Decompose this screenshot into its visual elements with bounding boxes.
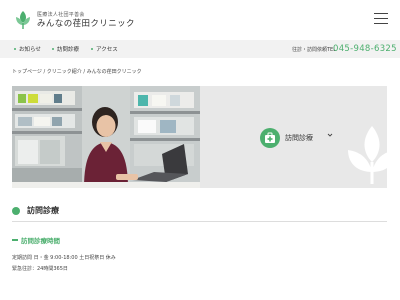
heading-bullet-icon bbox=[12, 207, 20, 215]
hero-banner: 訪問診療 bbox=[12, 86, 387, 188]
logo-title[interactable]: みんなの荏田クリニック bbox=[37, 17, 135, 29]
home-visit-menu-button[interactable]: 訪問診療 bbox=[260, 128, 333, 148]
site-header: 医療法人社団平善会 みんなの荏田クリニック bbox=[0, 0, 400, 40]
visit-hours-line: 定期訪問 日・金 9:00-18:00 土日祝祭日 休み bbox=[12, 255, 116, 261]
hamburger-icon[interactable] bbox=[374, 13, 388, 25]
nav-item-label: 訪問診療 bbox=[57, 47, 80, 53]
nav-item-home-visit[interactable]: 訪問診療 bbox=[52, 45, 79, 53]
emergency-visit-line: 緊急往診：24時間365日 bbox=[12, 266, 68, 272]
breadcrumb-item-clinic[interactable]: クリニック紹介 bbox=[47, 69, 82, 75]
breadcrumb-item-current: みんなの荏田クリニック bbox=[86, 69, 142, 75]
nav-dot-icon bbox=[52, 47, 54, 50]
inquiry-label: 往診・訪問依頼TEL bbox=[292, 47, 336, 53]
section-title: 訪問診療 bbox=[27, 206, 59, 215]
breadcrumb: トップページ / クリニック紹介 / みんなの荏田クリニック bbox=[12, 68, 142, 75]
nav-dot-icon bbox=[14, 47, 16, 50]
nav-item-label: お知らせ bbox=[19, 47, 41, 53]
subsection-title: 訪問診療時間 bbox=[21, 237, 60, 245]
nav-bar: お知らせ 訪問診療 アクセス 往診・訪問依頼TEL 045-948-6325 bbox=[0, 40, 400, 58]
phone-number-link[interactable]: 045-948-6325 bbox=[333, 44, 397, 54]
section-divider bbox=[12, 221, 387, 222]
nav-item-label: アクセス bbox=[96, 47, 118, 53]
nav-item-access[interactable]: アクセス bbox=[91, 45, 118, 53]
nav-item-news[interactable]: お知らせ bbox=[14, 45, 41, 53]
nav-dot-icon bbox=[91, 47, 93, 50]
medical-kit-icon bbox=[260, 128, 280, 148]
doctor-photo bbox=[12, 86, 200, 188]
home-visit-menu-label: 訪問診療 bbox=[285, 134, 313, 142]
subsection-dash-icon bbox=[12, 239, 18, 241]
chevron-down-icon bbox=[327, 132, 333, 140]
clinic-logo-icon[interactable] bbox=[12, 9, 34, 31]
breadcrumb-item-top[interactable]: トップページ bbox=[12, 69, 42, 75]
subsection-heading: 訪問診療時間 bbox=[12, 235, 60, 245]
decorative-leaf-icon bbox=[348, 126, 387, 184]
